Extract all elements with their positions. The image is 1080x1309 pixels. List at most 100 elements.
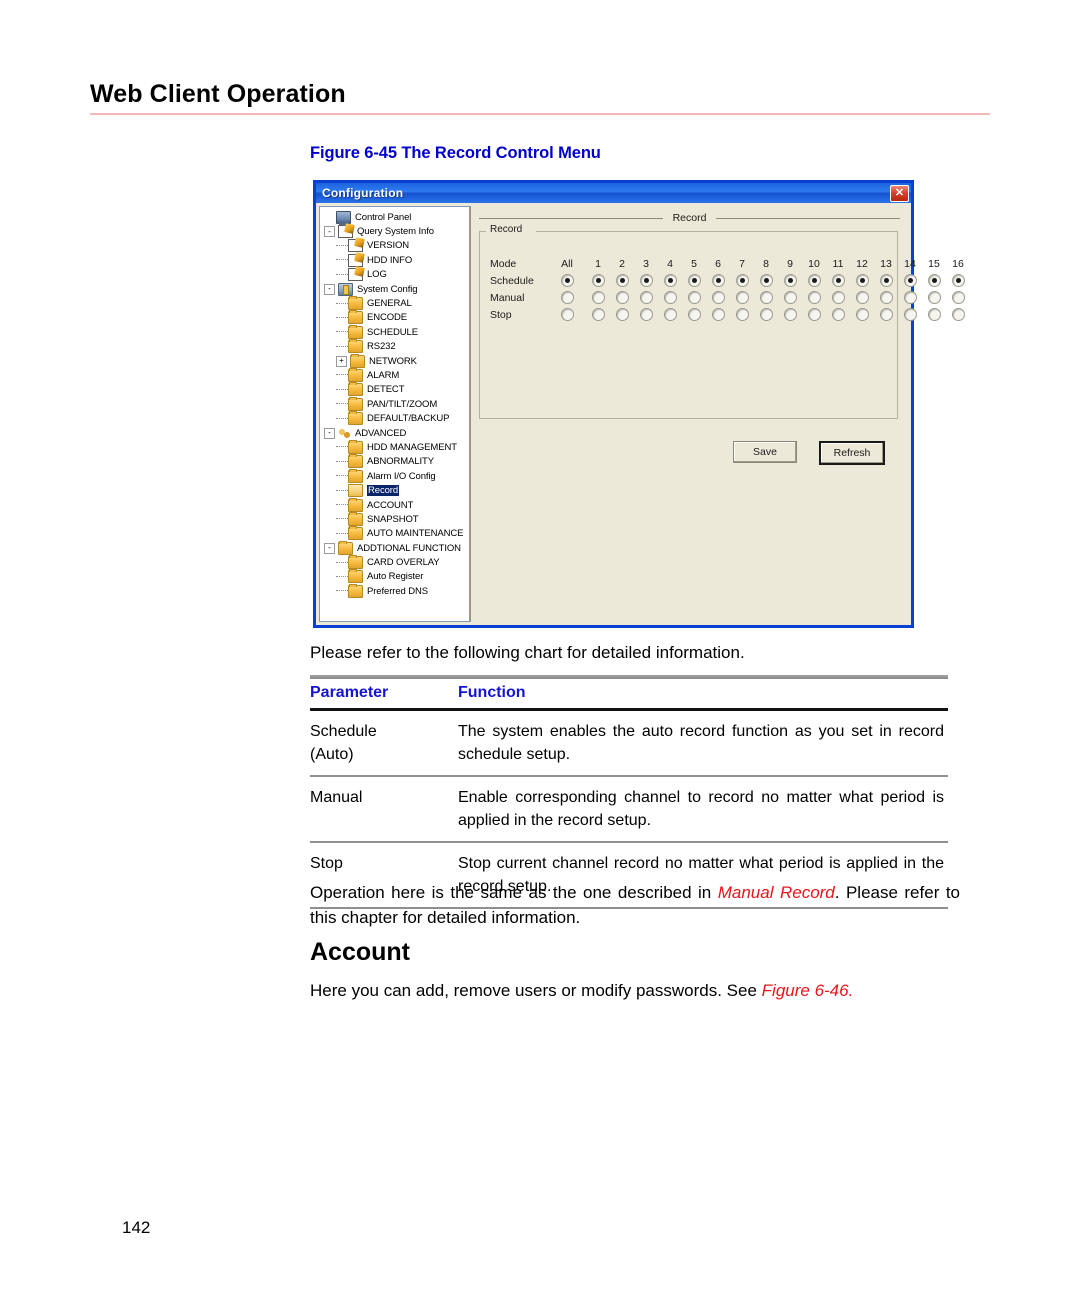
- tree-item-version[interactable]: VERSION: [323, 239, 467, 253]
- radio-button[interactable]: [615, 291, 629, 304]
- radio-manual-2[interactable]: [610, 291, 634, 304]
- radio-button[interactable]: [831, 291, 845, 304]
- tree-item-hdd-info[interactable]: HDD INFO: [323, 253, 467, 267]
- radio-button[interactable]: [879, 274, 893, 287]
- tree-item-pan-tilt-zoom[interactable]: PAN/TILT/ZOOM: [323, 396, 467, 411]
- radio-manual-16[interactable]: [946, 291, 970, 304]
- radio-button[interactable]: [951, 274, 965, 287]
- collapse-icon[interactable]: -: [324, 283, 335, 295]
- tree-item-abnormality[interactable]: ABNORMALITY: [323, 454, 467, 469]
- tree-item-network[interactable]: + NETWORK: [323, 353, 467, 368]
- radio-schedule-4[interactable]: [658, 274, 682, 287]
- radio-manual-9[interactable]: [778, 291, 802, 304]
- tree-item-control-panel[interactable]: Control Panel: [323, 210, 467, 225]
- tree-item-record[interactable]: Record: [323, 483, 467, 498]
- radio-manual-14[interactable]: [898, 291, 922, 304]
- tree-item-card-overlay[interactable]: CARD OVERLAY: [323, 555, 467, 570]
- radio-button[interactable]: [927, 308, 941, 321]
- radio-stop-2[interactable]: [610, 308, 634, 321]
- radio-schedule-13[interactable]: [874, 274, 898, 287]
- expand-icon[interactable]: +: [336, 355, 347, 367]
- radio-schedule-all[interactable]: [548, 274, 586, 287]
- radio-schedule-8[interactable]: [754, 274, 778, 287]
- radio-button[interactable]: [711, 291, 725, 304]
- radio-button[interactable]: [951, 308, 965, 321]
- tree-item-general[interactable]: GENERAL: [323, 296, 467, 311]
- tree-item-addtional-function[interactable]: - ADDTIONAL FUNCTION: [323, 540, 467, 555]
- tree-item-hdd-management[interactable]: HDD MANAGEMENT: [323, 439, 467, 454]
- tree-item-auto-maintenance[interactable]: AUTO MAINTENANCE: [323, 526, 467, 541]
- tree-item-auto-register[interactable]: Auto Register: [323, 569, 467, 584]
- radio-stop-14[interactable]: [898, 308, 922, 321]
- config-tree[interactable]: Control Panel - Query System Info VERSION HD…: [319, 206, 471, 622]
- radio-stop-5[interactable]: [682, 308, 706, 321]
- radio-schedule-14[interactable]: [898, 274, 922, 287]
- radio-button[interactable]: [903, 274, 917, 287]
- tree-item-alarm-i-o-config[interactable]: Alarm I/O Config: [323, 468, 467, 483]
- radio-button[interactable]: [879, 308, 893, 321]
- radio-button[interactable]: [783, 291, 797, 304]
- radio-stop-6[interactable]: [706, 308, 730, 321]
- radio-manual-7[interactable]: [730, 291, 754, 304]
- radio-button[interactable]: [759, 308, 773, 321]
- radio-manual-3[interactable]: [634, 291, 658, 304]
- tree-item-advanced[interactable]: - ADVANCED: [323, 426, 467, 440]
- collapse-icon[interactable]: -: [324, 226, 335, 238]
- radio-button[interactable]: [711, 308, 725, 321]
- radio-stop-7[interactable]: [730, 308, 754, 321]
- radio-stop-10[interactable]: [802, 308, 826, 321]
- tree-item-encode[interactable]: ENCODE: [323, 310, 467, 325]
- radio-manual-6[interactable]: [706, 291, 730, 304]
- radio-stop-all[interactable]: [548, 308, 586, 321]
- radio-button[interactable]: [639, 274, 653, 287]
- radio-manual-11[interactable]: [826, 291, 850, 304]
- radio-button[interactable]: [759, 291, 773, 304]
- radio-button[interactable]: [711, 274, 725, 287]
- radio-schedule-5[interactable]: [682, 274, 706, 287]
- radio-button[interactable]: [591, 291, 605, 304]
- radio-manual-12[interactable]: [850, 291, 874, 304]
- radio-button[interactable]: [560, 291, 574, 304]
- radio-manual-15[interactable]: [922, 291, 946, 304]
- radio-button[interactable]: [855, 274, 869, 287]
- radio-manual-8[interactable]: [754, 291, 778, 304]
- radio-button[interactable]: [879, 291, 893, 304]
- radio-button[interactable]: [759, 274, 773, 287]
- radio-schedule-6[interactable]: [706, 274, 730, 287]
- radio-button[interactable]: [560, 274, 574, 287]
- radio-button[interactable]: [663, 274, 677, 287]
- radio-schedule-12[interactable]: [850, 274, 874, 287]
- radio-button[interactable]: [687, 308, 701, 321]
- radio-button[interactable]: [639, 308, 653, 321]
- tree-item-query-system-info[interactable]: - Query System Info: [323, 224, 467, 239]
- radio-schedule-1[interactable]: [586, 274, 610, 287]
- radio-button[interactable]: [560, 308, 574, 321]
- collapse-icon[interactable]: -: [324, 427, 335, 439]
- radio-manual-1[interactable]: [586, 291, 610, 304]
- radio-button[interactable]: [591, 274, 605, 287]
- radio-button[interactable]: [687, 291, 701, 304]
- radio-manual-5[interactable]: [682, 291, 706, 304]
- tree-item-detect[interactable]: DETECT: [323, 382, 467, 397]
- radio-button[interactable]: [783, 274, 797, 287]
- radio-button[interactable]: [807, 291, 821, 304]
- radio-stop-9[interactable]: [778, 308, 802, 321]
- radio-button[interactable]: [855, 291, 869, 304]
- tree-item-default-backup[interactable]: DEFAULT/BACKUP: [323, 411, 467, 426]
- radio-button[interactable]: [855, 308, 869, 321]
- radio-button[interactable]: [735, 308, 749, 321]
- radio-button[interactable]: [807, 308, 821, 321]
- save-button[interactable]: Save: [733, 441, 797, 463]
- radio-button[interactable]: [663, 308, 677, 321]
- radio-button[interactable]: [687, 274, 701, 287]
- radio-manual-13[interactable]: [874, 291, 898, 304]
- radio-stop-3[interactable]: [634, 308, 658, 321]
- radio-button[interactable]: [615, 308, 629, 321]
- radio-button[interactable]: [663, 291, 677, 304]
- radio-stop-12[interactable]: [850, 308, 874, 321]
- radio-button[interactable]: [591, 308, 605, 321]
- radio-button[interactable]: [615, 274, 629, 287]
- tree-item-system-config[interactable]: - System Config: [323, 282, 467, 296]
- radio-button[interactable]: [903, 308, 917, 321]
- tree-item-rs232[interactable]: RS232: [323, 339, 467, 354]
